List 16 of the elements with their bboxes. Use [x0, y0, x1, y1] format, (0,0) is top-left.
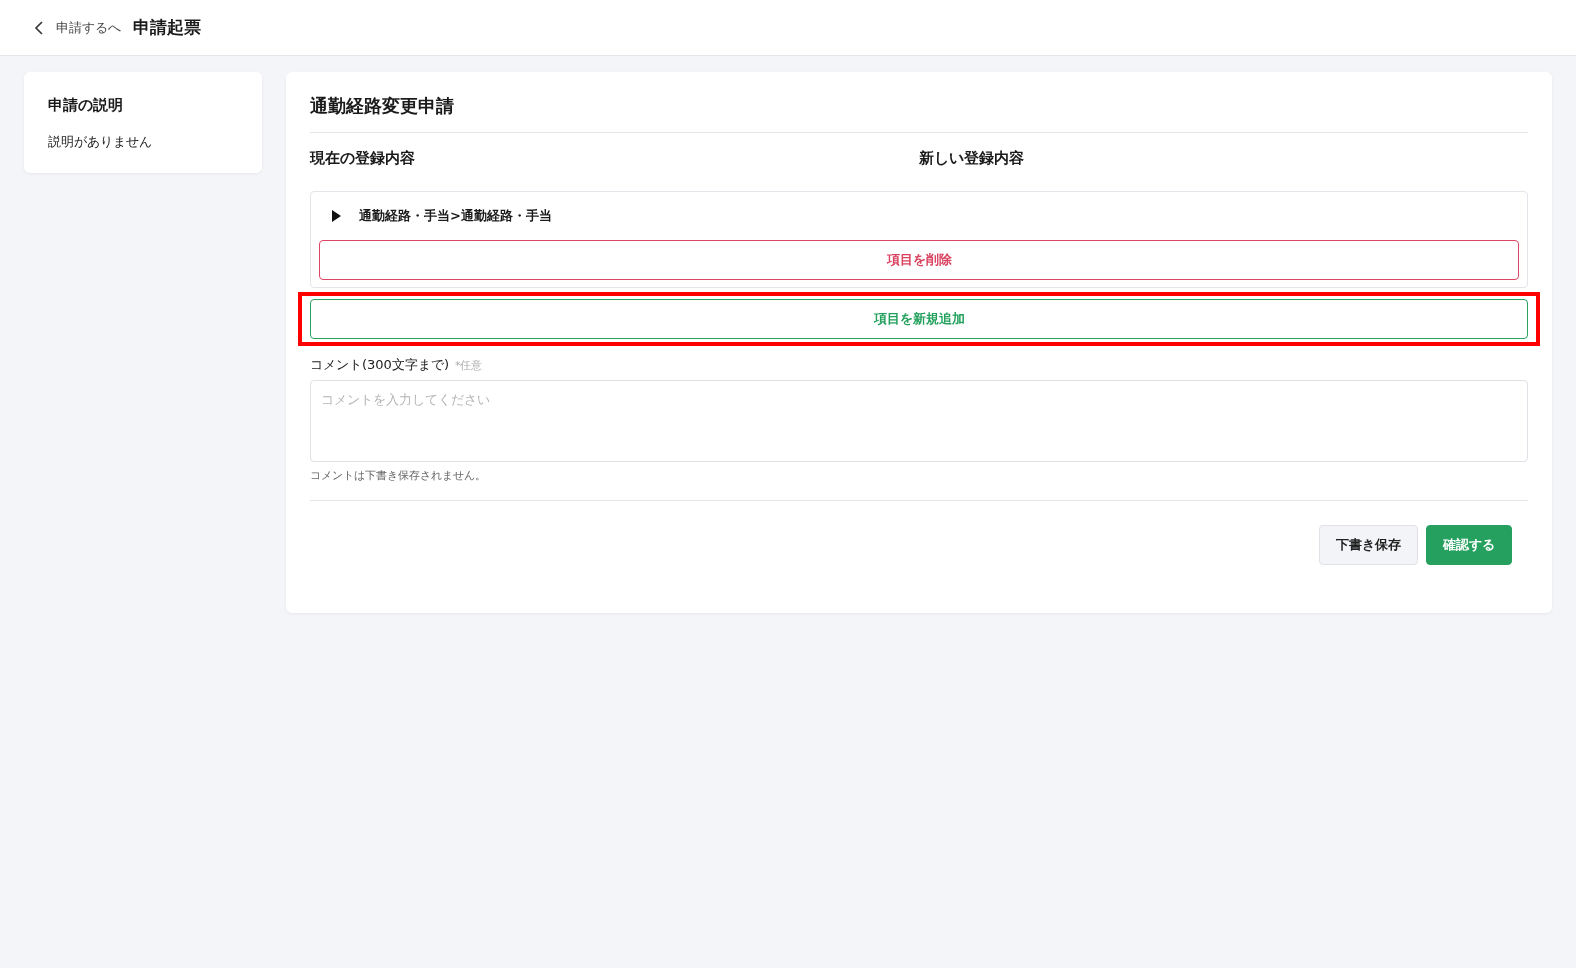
comment-field[interactable]: コメントを入力してください	[310, 380, 1528, 462]
delete-item-button[interactable]: 項目を削除	[319, 240, 1519, 280]
column-heading: 現在の登録内容	[310, 149, 416, 168]
form-title: 通勤経路変更申請	[310, 94, 1528, 133]
triangle-icon	[331, 210, 341, 222]
optional-label: *任意	[454, 358, 483, 373]
comment-note: コメントは下書き保存されません。	[310, 468, 1528, 501]
back-link[interactable]: 申請するへ	[34, 18, 121, 37]
comment-label: コメント(300文字まで)	[310, 356, 449, 374]
description-title: 申請の説明	[48, 96, 124, 115]
chevron-left-icon	[34, 19, 44, 36]
description-text: 説明がありません	[48, 133, 153, 151]
save-draft-button[interactable]: 下書き保存	[1319, 525, 1418, 565]
section-toggle[interactable]: 通勤経路・手当>通勤経路・手当	[319, 192, 1519, 240]
page-title: 申請起票	[133, 16, 201, 39]
column-heading: 新しい登録内容	[919, 149, 1025, 168]
